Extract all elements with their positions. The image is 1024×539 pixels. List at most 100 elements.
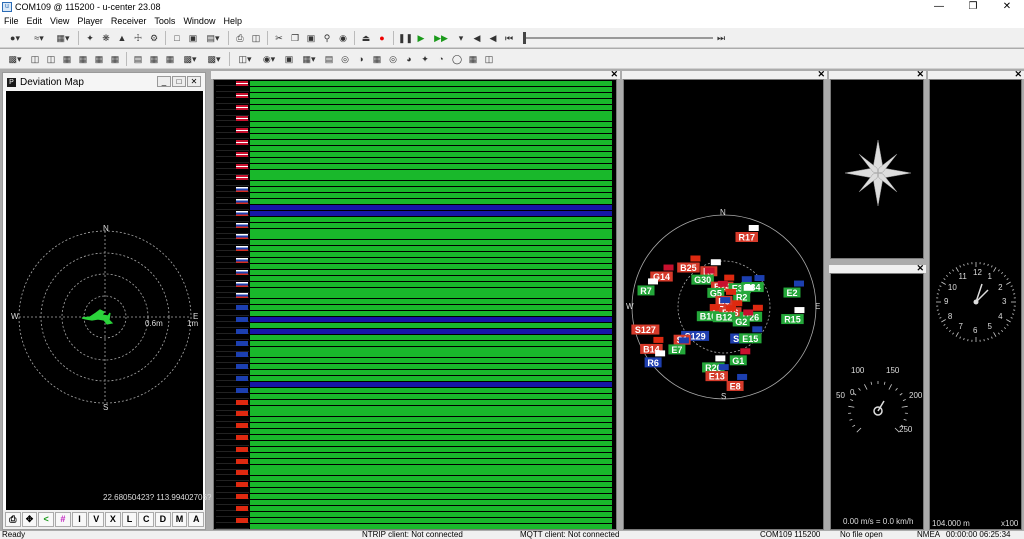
table-icon[interactable]: ▦ <box>147 52 161 66</box>
grid-icon[interactable]: ▦ <box>163 52 177 66</box>
pause-icon[interactable]: ❚❚ <box>398 31 413 45</box>
grid-button[interactable]: # <box>55 512 71 527</box>
menu-help[interactable]: Help <box>219 16 246 26</box>
table-view-icon[interactable]: ▦ <box>466 52 480 66</box>
maximize-button[interactable]: ❐ <box>956 0 990 14</box>
step-back-icon[interactable]: ◀ <box>486 31 500 45</box>
sky-view-panel[interactable]: R17B25R9G30G14B24G5E30E34R2R7B9E7E2B10B1… <box>623 79 824 530</box>
menu-window[interactable]: Window <box>179 16 219 26</box>
altimeter-icon[interactable]: ◯ <box>450 52 464 66</box>
status-mqtt[interactable]: MQTT client: Not connected <box>520 531 619 539</box>
window-tile-icon[interactable]: ▩▾ <box>179 52 201 66</box>
deviation-close-button[interactable]: ✕ <box>187 76 201 87</box>
deviation-icon[interactable]: ◎ <box>386 52 400 66</box>
levels-icon[interactable]: ▦ <box>370 52 384 66</box>
find-icon[interactable]: ⚲ <box>320 31 334 45</box>
histogram-icon[interactable]: ▦▾ <box>298 52 320 66</box>
clock-close-button[interactable]: ✕ <box>1014 70 1022 79</box>
satellite-marker[interactable]: R7 <box>637 278 659 296</box>
satellite-marker[interactable]: S127 <box>631 324 660 336</box>
record-icon-small[interactable]: ◉ <box>336 31 350 45</box>
graph-icon[interactable]: ◫ <box>482 52 496 66</box>
speed-close-button[interactable]: ✕ <box>916 264 924 273</box>
fast-play-icon[interactable]: ▶▶ <box>430 31 452 45</box>
snapshot-icon[interactable]: ▣ <box>282 52 296 66</box>
satellite-marker[interactable]: G1 <box>729 348 751 366</box>
window-cascade-icon[interactable]: ▩▾ <box>203 52 225 66</box>
play-icon[interactable]: ▶ <box>414 31 428 45</box>
to-start-icon[interactable]: ⏮ <box>502 31 516 45</box>
satellite-marker[interactable]: R17 <box>735 225 759 243</box>
debug-icon[interactable]: ❋ <box>99 31 113 45</box>
print-map-button[interactable]: ⎙ <box>5 512 21 527</box>
eject-icon[interactable]: ⏏ <box>359 31 373 45</box>
new-file-icon[interactable]: □ <box>170 31 184 45</box>
wand-icon[interactable]: ✦ <box>83 31 97 45</box>
baudrate-icon[interactable]: ≈▾ <box>28 31 50 45</box>
filter-a-button[interactable]: A <box>188 512 205 527</box>
open-file-icon[interactable]: ▤▾ <box>202 31 224 45</box>
status-ntrip[interactable]: NTRIP client: Not connected <box>362 531 463 539</box>
time-icon[interactable]: ◕ <box>402 52 416 66</box>
deviation-minimize-button[interactable]: _ <box>157 76 171 87</box>
satellite-marker[interactable]: E2 <box>783 280 804 299</box>
record-icon[interactable]: ● <box>375 31 389 45</box>
pan-button[interactable]: ✥ <box>21 512 38 527</box>
rewind-icon[interactable]: ◀ <box>470 31 484 45</box>
menu-tools[interactable]: Tools <box>150 16 179 26</box>
sky-icon[interactable]: ◎ <box>338 52 352 66</box>
to-end-icon[interactable]: ⏭ <box>714 31 728 45</box>
filter-x-button[interactable]: X <box>105 512 121 527</box>
tree-icon[interactable]: ☩ <box>131 31 145 45</box>
menu-player[interactable]: Player <box>73 16 107 26</box>
config-view-icon[interactable]: ▦ <box>60 52 74 66</box>
filter-v-button[interactable]: V <box>88 512 105 527</box>
chart-icon[interactable]: ◫▾ <box>234 52 256 66</box>
playback-slider[interactable] <box>523 31 713 45</box>
slider-thumb[interactable] <box>523 31 526 44</box>
compass-close-button[interactable]: ✕ <box>916 70 924 79</box>
filter-i-button[interactable]: I <box>71 512 88 527</box>
paste-icon[interactable]: ▣ <box>304 31 318 45</box>
cut-icon[interactable]: ✂ <box>272 31 286 45</box>
print-icon[interactable]: ⎙ <box>233 31 247 45</box>
map-tool-icon[interactable]: ▩▾ <box>4 52 26 66</box>
satellite-marker[interactable]: E15 <box>739 326 763 344</box>
print-preview-icon[interactable]: ◫ <box>249 31 263 45</box>
docs-icon[interactable]: ▤ <box>131 52 145 66</box>
dump-icon[interactable]: ▦ <box>108 52 122 66</box>
antenna-icon[interactable]: ▲ <box>115 31 129 45</box>
filter-m-button[interactable]: M <box>171 512 188 527</box>
close-button[interactable]: ✕ <box>990 0 1024 14</box>
filter-d-button[interactable]: D <box>155 512 171 527</box>
autobaud-icon[interactable]: ▦▾ <box>52 31 74 45</box>
menu-edit[interactable]: Edit <box>23 16 47 26</box>
menu-file[interactable]: File <box>0 16 23 26</box>
deviation-restore-button[interactable]: □ <box>172 76 186 87</box>
compass-icon[interactable]: ✦ <box>418 52 432 66</box>
filter-l-button[interactable]: L <box>121 512 138 527</box>
play-options-icon[interactable]: ▾ <box>454 31 468 45</box>
message-view-icon[interactable]: ◫ <box>28 52 42 66</box>
filter-c-button[interactable]: C <box>138 512 155 527</box>
bars-icon[interactable]: ▤ <box>322 52 336 66</box>
sky-close-button[interactable]: ✕ <box>817 70 825 79</box>
satellite-marker[interactable]: B25 <box>677 255 701 273</box>
world-icon[interactable]: ◑ <box>354 52 368 66</box>
menu-view[interactable]: View <box>46 16 73 26</box>
copy-icon[interactable]: ❐ <box>288 31 302 45</box>
camera-icon[interactable]: ◉▾ <box>258 52 280 66</box>
gear-icon[interactable]: ⚙ <box>147 31 161 45</box>
console-icon[interactable]: ▦ <box>76 52 90 66</box>
satellite-marker[interactable]: R15 <box>781 307 805 325</box>
levels-close-button[interactable]: ✕ <box>610 70 618 79</box>
connection-icon[interactable]: ●▾ <box>4 31 26 45</box>
save-icon[interactable]: ▣ <box>186 31 200 45</box>
menu-receiver[interactable]: Receiver <box>107 16 151 26</box>
stats-icon[interactable]: ▦ <box>92 52 106 66</box>
satellite-marker[interactable]: E8 <box>726 373 748 392</box>
minimize-button[interactable]: — <box>922 0 956 14</box>
gauge-icon[interactable]: ◔ <box>434 52 448 66</box>
deviation-plot[interactable]: N S E W 0.6m 1m <box>6 91 203 510</box>
sv-icon[interactable]: ◫ <box>44 52 58 66</box>
